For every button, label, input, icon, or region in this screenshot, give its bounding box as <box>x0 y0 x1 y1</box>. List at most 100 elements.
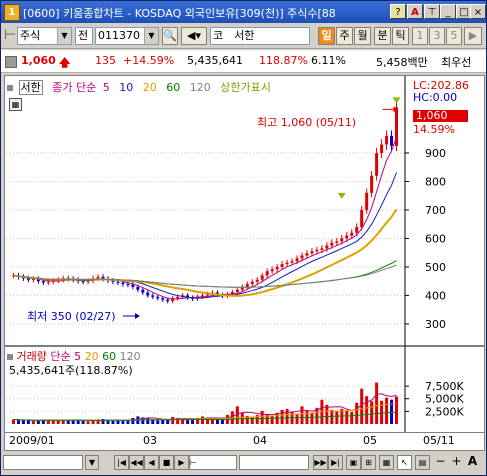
y-tick-label: 500 <box>425 261 446 274</box>
y-tick-label: 900 <box>425 147 446 160</box>
volume-bar <box>56 420 60 424</box>
zoom-out-icon[interactable]: ▣ <box>346 455 361 470</box>
speaker-icon[interactable]: ◀▾ <box>181 27 207 45</box>
ma-line-120 <box>13 264 397 288</box>
tab-week[interactable]: 주 <box>336 27 353 45</box>
volume-text: 5,435,641주(118.87%) <box>9 364 133 377</box>
grid-toggle-icon[interactable]: ▦ <box>9 98 22 111</box>
low-arrow-icon <box>135 313 140 319</box>
volume-bar <box>235 406 239 424</box>
candle <box>335 241 339 243</box>
pin-toggle-icon[interactable]: ⊢ <box>4 27 16 45</box>
stock-name-field[interactable]: 코 서한 <box>210 27 310 45</box>
volume-bar <box>310 412 314 424</box>
range-field[interactable]: 전 <box>75 27 93 45</box>
price-legend: 서한 종가 단순 5 10 20 60 120 상한가표시 <box>7 79 277 95</box>
candle <box>146 292 150 296</box>
price-change-pct: +14.59% <box>123 54 175 67</box>
chevron-down-icon[interactable]: ▼ <box>57 28 71 44</box>
candle <box>151 295 155 297</box>
zoom-in-button[interactable]: + <box>449 455 464 470</box>
close-button[interactable]: × <box>470 4 486 19</box>
volume-bar <box>161 419 165 424</box>
volume-bar <box>16 419 20 424</box>
pin-icon[interactable]: ⊤ <box>424 4 440 19</box>
minute-3[interactable]: 3 <box>429 27 445 45</box>
candle <box>41 281 45 283</box>
candle <box>360 209 364 228</box>
low-note: 최저 350 (02/27) <box>27 310 116 323</box>
scroll-slider[interactable]: ⊢ <box>189 455 237 470</box>
volume-bar <box>280 409 284 424</box>
volume-bar <box>380 400 384 424</box>
stop-button[interactable]: ■ <box>159 455 174 470</box>
volume-bar <box>81 420 85 424</box>
tab-tick[interactable]: 틱 <box>392 27 409 45</box>
candle <box>131 284 135 287</box>
candle <box>260 275 264 280</box>
last-button[interactable]: ▶| <box>328 455 343 470</box>
candle <box>300 255 304 259</box>
candle <box>46 281 50 283</box>
y-tick-label: 600 <box>425 232 446 245</box>
volume-bar <box>121 420 125 424</box>
legend-ma10: 10 <box>119 81 134 94</box>
first-button[interactable]: |◀ <box>114 455 129 470</box>
trade-amount: 5,458백만 <box>376 56 428 69</box>
best-bid-label: 최우선 <box>441 56 472 69</box>
market-value: 주식 <box>20 29 41 42</box>
pointer-icon[interactable]: ↖ <box>397 455 412 470</box>
minute-1[interactable]: 1 <box>412 27 428 45</box>
candle <box>81 281 85 283</box>
minimize-button[interactable]: _ <box>440 4 456 19</box>
chevron-down-icon[interactable]: ▼ <box>144 28 158 44</box>
help-icon[interactable]: ? <box>390 4 406 19</box>
grid-icon[interactable]: ▦ <box>379 455 394 470</box>
volume-bar <box>21 420 25 424</box>
chart-area[interactable]: 300 400 500 600 700 800 900 7,500K 5,000K 2,500K … <box>4 75 485 433</box>
next-arrow-icon[interactable]: ▶ <box>464 27 482 45</box>
chart-options-field[interactable] <box>3 455 83 470</box>
zoom-out-button[interactable]: − <box>433 455 448 470</box>
market-select[interactable]: 주식 ▼ <box>17 27 72 45</box>
y-tick-label: 800 <box>425 175 446 188</box>
volume-bar <box>370 401 374 424</box>
candle <box>285 262 289 265</box>
auto-button[interactable]: A <box>465 455 480 470</box>
dropdown-icon[interactable]: ▼ <box>85 455 99 470</box>
toolbar: ⊢ 주식 ▼ 전 011370 ▼ 🔍 ◀▾ 코 서한 일 주 월 분 틱 1 … <box>1 24 486 49</box>
volume-bar <box>156 420 160 424</box>
rewind-button[interactable]: ◀◀ <box>129 455 144 470</box>
candle <box>345 235 349 239</box>
tab-minute[interactable]: 분 <box>374 27 391 45</box>
y-tick-label: 700 <box>425 204 446 217</box>
candle <box>96 276 100 279</box>
volume-bar <box>260 410 264 424</box>
volume-bar <box>61 420 65 424</box>
candle <box>126 284 130 286</box>
crosshair-icon[interactable]: ⊞ <box>361 455 376 470</box>
fast-forward-button[interactable]: ▶▶ <box>313 455 328 470</box>
tab-month[interactable]: 월 <box>354 27 371 45</box>
legend-limit: 상한가표시 <box>220 81 271 94</box>
search-icon[interactable]: 🔍 <box>162 27 178 45</box>
tab-day[interactable]: 일 <box>318 27 335 45</box>
settings-icon[interactable] <box>5 56 17 68</box>
back-button[interactable]: ◀ <box>144 455 159 470</box>
pct-tag: 14.59% <box>413 123 455 136</box>
candle <box>235 289 239 292</box>
print-icon[interactable]: ▤ <box>415 455 430 470</box>
volume-bar <box>36 420 40 424</box>
candle <box>310 251 314 254</box>
play-button[interactable]: ▶ <box>174 455 189 470</box>
volume-bar <box>265 413 269 424</box>
candle <box>245 284 249 287</box>
scroll-track[interactable] <box>239 455 309 470</box>
candle <box>265 271 269 276</box>
alert-icon[interactable]: A <box>407 4 423 19</box>
code-input[interactable]: 011370 ▼ <box>95 27 159 45</box>
volume-bar <box>385 397 389 424</box>
range-value: 전 <box>78 29 89 42</box>
volume-bar <box>86 421 90 424</box>
minute-5[interactable]: 5 <box>446 27 462 45</box>
